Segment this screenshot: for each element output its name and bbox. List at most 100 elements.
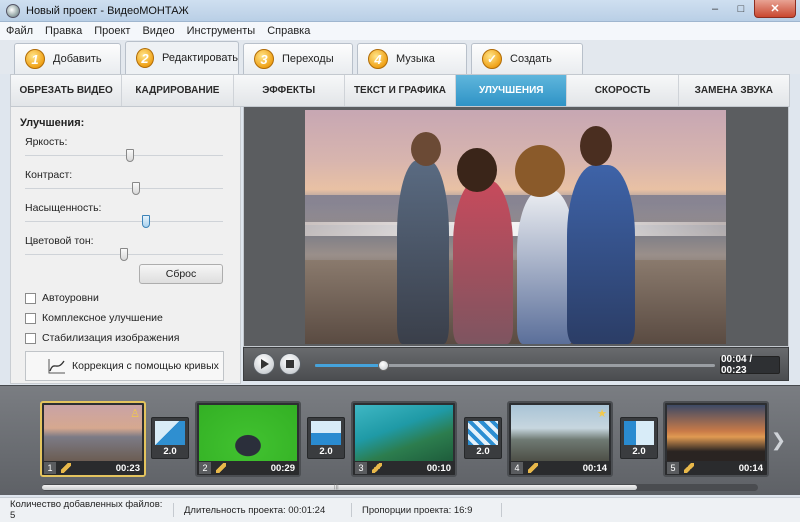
edit-pencil-icon[interactable] [684, 463, 694, 473]
complex-enhance-checkbox[interactable]: Комплексное улучшение [25, 312, 163, 324]
transition-slot[interactable]: 2.0 [307, 417, 345, 459]
tab-text-graphics[interactable]: ТЕКСТ И ГРАФИКА [345, 75, 457, 106]
play-button[interactable] [253, 353, 275, 375]
step-edit[interactable]: 2 Редактировать [125, 41, 239, 74]
enhancements-panel: Улучшения: Яркость: Контраст: Насыщеннос… [10, 107, 241, 384]
contrast-slider-track[interactable] [25, 188, 223, 189]
timeline-next-arrow-icon[interactable]: ❯ [771, 430, 786, 451]
menu-file[interactable]: Файл [6, 25, 33, 37]
checkbox-box[interactable] [25, 312, 36, 324]
tab-enhancements[interactable]: УЛУЧШЕНИЯ [456, 75, 568, 106]
person-head [457, 148, 497, 192]
stop-button[interactable] [279, 353, 301, 375]
tab-speed[interactable]: СКОРОСТЬ [567, 75, 679, 106]
brightness-label: Яркость: [25, 136, 68, 148]
person-head [580, 126, 612, 166]
auto-levels-checkbox[interactable]: Автоуровни [25, 292, 99, 304]
minimize-button[interactable]: – [702, 0, 728, 18]
step-create[interactable]: ✓ Создать [471, 43, 583, 74]
clip-thumbnail [199, 405, 297, 463]
timeline-clip[interactable]: 2 00:29 [195, 401, 301, 477]
transition-icon [468, 421, 498, 445]
star-icon: ★ [597, 408, 607, 420]
clip-duration: 00:14 [582, 462, 607, 474]
beach-sand [305, 260, 726, 344]
timeline-clip[interactable]: 5 00:14 [663, 401, 769, 477]
close-button[interactable]: ✕ [754, 0, 796, 18]
clip-duration: 00:23 [115, 462, 140, 474]
clip-info-bar: 1 00:23 [42, 461, 144, 475]
clip-number: 2 [199, 462, 211, 474]
transition-slot[interactable]: 2.0 [464, 417, 502, 459]
menu-video[interactable]: Видео [142, 25, 174, 37]
clip-info-bar: 2 00:29 [197, 461, 299, 475]
status-bar: Количество добавленных файлов: 5 Длитель… [0, 497, 800, 522]
timeline-clip[interactable]: ★ 4 00:14 [507, 401, 613, 477]
timeline-scroll-thumb[interactable]: ||| [42, 484, 637, 490]
stop-icon [286, 360, 294, 368]
timeline-clip[interactable]: ♙ 1 00:23 [40, 401, 146, 477]
saturation-slider-track[interactable] [25, 221, 223, 222]
window-title: Новый проект - ВидеоМОНТАЖ [26, 4, 189, 17]
play-icon [261, 359, 269, 369]
tab-replace-audio[interactable]: ЗАМЕНА ЗВУКА [679, 75, 789, 106]
menu-project[interactable]: Проект [94, 25, 130, 37]
timeline-scrollbar[interactable]: ||| [42, 484, 758, 491]
video-frame [305, 110, 726, 344]
window-controls: – □ ✕ [702, 0, 796, 18]
edit-pencil-icon[interactable] [61, 463, 71, 473]
person-head [411, 132, 441, 166]
clip-number: 3 [355, 462, 367, 474]
transition-slot[interactable]: 2.0 [151, 417, 189, 459]
saturation-slider-thumb[interactable] [141, 215, 150, 228]
clip-number: 5 [667, 462, 679, 474]
edit-subtabs: ОБРЕЗАТЬ ВИДЕО КАДРИРОВАНИЕ ЭФФЕКТЫ ТЕКС… [10, 74, 790, 107]
step-tabs: 1 Добавить 2 Редактировать 3 Переходы 4 … [0, 40, 800, 74]
menu-edit[interactable]: Правка [45, 25, 82, 37]
transition-duration: 2.0 [319, 446, 333, 457]
clip-info-bar: 5 00:14 [665, 461, 767, 475]
menu-help[interactable]: Справка [267, 25, 310, 37]
person-figure [453, 180, 513, 344]
tab-trim-video[interactable]: ОБРЕЗАТЬ ВИДЕО [11, 75, 123, 106]
edit-pencil-icon[interactable] [216, 463, 226, 473]
app-icon [6, 3, 20, 18]
clip-info-bar: 4 00:14 [509, 461, 611, 475]
brightness-slider-track[interactable] [25, 155, 223, 156]
edit-pencil-icon[interactable] [372, 463, 382, 473]
tab-effects[interactable]: ЭФФЕКТЫ [234, 75, 345, 106]
timeline-clip[interactable]: 3 00:10 [351, 401, 457, 477]
title-bar: Новый проект - ВидеоМОНТАЖ – □ ✕ [0, 0, 800, 22]
transition-duration: 2.0 [163, 446, 177, 457]
step-label: Музыка [396, 53, 435, 65]
transition-duration: 2.0 [632, 446, 646, 457]
step-add[interactable]: 1 Добавить [14, 43, 121, 74]
brightness-slider-thumb[interactable] [125, 149, 134, 162]
checkbox-box[interactable] [25, 332, 36, 344]
contrast-slider-thumb[interactable] [131, 182, 140, 195]
step-number-badge: 4 [368, 49, 388, 69]
step-music[interactable]: 4 Музыка [357, 43, 467, 74]
clip-thumbnail [667, 405, 765, 463]
tab-crop[interactable]: КАДРИРОВАНИЕ [122, 75, 234, 106]
checkbox-box[interactable] [25, 292, 36, 304]
clip-info-bar: 3 00:10 [353, 461, 455, 475]
maximize-button[interactable]: □ [728, 0, 754, 18]
hue-slider-thumb[interactable] [120, 248, 128, 261]
curves-label: Коррекция с помощью кривых [72, 360, 219, 372]
contrast-label: Контраст: [25, 169, 73, 181]
clip-duration: 00:10 [426, 462, 451, 474]
status-aspect: Пропорции проекта: 16:9 [352, 503, 502, 517]
menu-tools[interactable]: Инструменты [187, 25, 256, 37]
playback-progress-track[interactable] [315, 360, 715, 371]
clip-number: 1 [44, 462, 56, 474]
step-transitions[interactable]: 3 Переходы [243, 43, 353, 74]
curves-button[interactable]: Коррекция с помощью кривых [25, 351, 224, 381]
playback-scrubber[interactable] [378, 360, 389, 371]
stabilization-checkbox[interactable]: Стабилизация изображения [25, 332, 179, 344]
step-label: Переходы [282, 53, 334, 65]
edit-pencil-icon[interactable] [528, 463, 538, 473]
transition-slot[interactable]: 2.0 [620, 417, 658, 459]
reset-button[interactable]: Сброс [139, 264, 223, 284]
transition-duration: 2.0 [476, 446, 490, 457]
